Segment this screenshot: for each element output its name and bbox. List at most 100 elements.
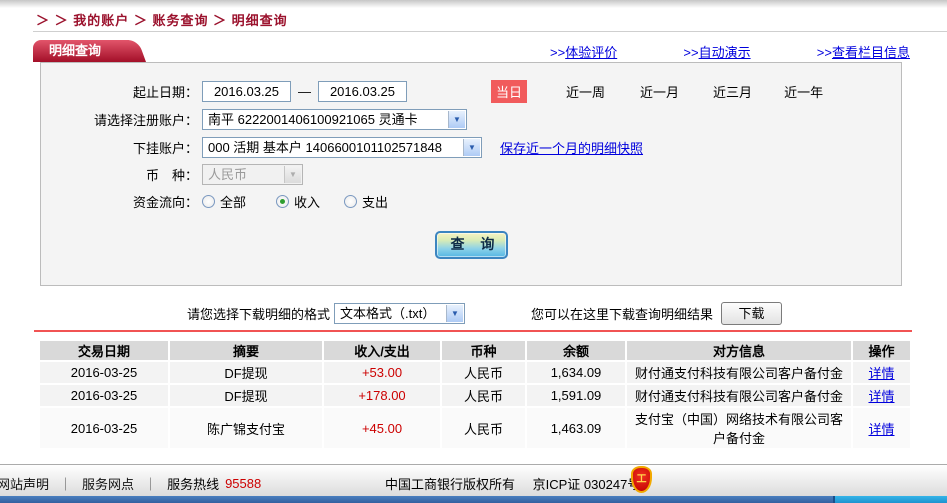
col-action: 操作: [853, 341, 910, 360]
cell-date: 2016-03-25: [40, 408, 168, 448]
panel-links: >>体验评价 >>自动演示 >>查看栏目信息: [550, 42, 910, 61]
register-account-row: 请选择注册账户： 南平 6222001406100921065 灵通卡 ▼: [40, 108, 910, 130]
results-table: 交易日期 摘要 收入/支出 币种 余额 对方信息 操作 2016-03-25 D…: [38, 339, 912, 450]
range-week-button[interactable]: 近一周: [566, 82, 605, 101]
cell-summary: DF提现: [170, 362, 322, 383]
cell-summary: DF提现: [170, 385, 322, 406]
footer-separator: ｜: [59, 477, 73, 492]
col-date: 交易日期: [40, 341, 168, 360]
detail-link[interactable]: 详情: [868, 389, 894, 404]
sub-account-value: 000 活期 基本户 1406600101102571848: [208, 139, 442, 155]
col-currency: 币种: [442, 341, 525, 360]
download-format-label: 请您选择下载明细的格式: [187, 307, 331, 322]
table-row: 2016-03-25 DF提现 +53.00 人民币 1,634.09 财付通支…: [40, 362, 910, 383]
sub-account-label: 下挂账户：: [132, 140, 198, 156]
cell-currency: 人民币: [442, 362, 525, 383]
link-prefix: >>: [550, 45, 566, 60]
download-format-select[interactable]: 文本格式（.txt） ▼: [334, 303, 466, 324]
breadcrumb-divider: [33, 31, 947, 32]
site-statement-link[interactable]: 网站声明: [0, 474, 49, 493]
range-year-button[interactable]: 近一年: [784, 82, 823, 101]
cell-counterparty: 支付宝（中国）网络技术有限公司客户备付金: [627, 408, 851, 448]
date-to-input[interactable]: [318, 80, 407, 102]
tab-details-query[interactable]: 明细查询: [33, 40, 129, 62]
details-query-page: ＞ ＞ 我的账户 ＞ 账务查询 ＞ 明细查询 明细查询 >>体验评价 >>自动演…: [0, 0, 947, 503]
currency-row: 币 种： 人民币 ▼: [40, 163, 910, 185]
footer-links: 网站声明 ｜ 服务网点 ｜ 服务热线 95588: [0, 474, 261, 493]
detail-link[interactable]: 详情: [868, 422, 894, 437]
service-outlets-link[interactable]: 服务网点: [82, 474, 134, 493]
link-prefix: >>: [816, 45, 832, 60]
date-range-row: 起止日期： — 当日 近一周 近一月 近三月 近一年: [40, 79, 910, 103]
radio-unchecked-icon[interactable]: [344, 194, 358, 208]
bottom-bar-left: [0, 496, 833, 503]
cell-date: 2016-03-25: [40, 385, 168, 406]
top-gradient-strip: [0, 0, 947, 8]
hotline-label: 服务热线: [167, 477, 220, 492]
chevron-down-icon[interactable]: ▼: [446, 305, 464, 322]
copyright-text: 中国工商银行版权所有: [385, 477, 516, 492]
auto-demo-link[interactable]: >>自动演示: [683, 42, 750, 61]
link-prefix: >>: [683, 45, 699, 60]
cell-currency: 人民币: [442, 408, 525, 448]
red-divider: [34, 330, 912, 332]
flow-option-label: 全部: [220, 194, 247, 210]
sub-account-select[interactable]: 000 活期 基本户 1406600101102571848 ▼: [202, 136, 482, 158]
cell-currency: 人民币: [442, 385, 525, 406]
range-month-button[interactable]: 近一月: [640, 82, 679, 101]
chevron-down-icon: ▼: [284, 165, 301, 183]
table-header-row: 交易日期 摘要 收入/支出 币种 余额 对方信息 操作: [40, 341, 910, 360]
chevron-down-icon[interactable]: ▼: [448, 110, 465, 128]
cell-balance: 1,463.09: [527, 408, 625, 448]
download-button[interactable]: 下载: [721, 302, 783, 325]
table-row: 2016-03-25 陈广锦支付宝 +45.00 人民币 1,463.09 支付…: [40, 408, 910, 448]
cell-summary: 陈广锦支付宝: [170, 408, 322, 448]
download-hint: 您可以在这里下载查询明细结果: [531, 307, 714, 322]
date-separator: —: [298, 83, 311, 99]
cell-counterparty: 财付通支付科技有限公司客户备付金: [627, 385, 851, 406]
icp-license: 京ICP证 030247号: [532, 477, 641, 492]
cell-date: 2016-03-25: [40, 362, 168, 383]
col-counterparty: 对方信息: [627, 341, 851, 360]
breadcrumb[interactable]: ＞ ＞ 我的账户 ＞ 账务查询 ＞ 明细查询: [36, 10, 288, 29]
fund-flow-label: 资金流向：: [132, 194, 198, 210]
cell-balance: 1,634.09: [527, 362, 625, 383]
radio-unchecked-icon[interactable]: [202, 194, 215, 208]
col-balance: 余额: [527, 341, 625, 360]
save-snapshot-link[interactable]: 保存近一个月的明细快照: [500, 138, 643, 157]
register-account-select[interactable]: 南平 6222001406100921065 灵通卡 ▼: [202, 108, 467, 130]
date-from-input[interactable]: [202, 80, 291, 102]
sub-account-row: 下挂账户： 000 活期 基本户 1406600101102571848 ▼ 保…: [40, 136, 910, 158]
chevron-down-icon[interactable]: ▼: [463, 138, 480, 156]
fund-flow-row: 资金流向： 全部 收入 支出: [40, 190, 910, 212]
date-range-label: 起止日期：: [132, 84, 198, 100]
query-button[interactable]: 查 询: [435, 231, 508, 259]
flow-option-label: 收入: [294, 194, 321, 210]
cell-amount: +178.00: [324, 385, 440, 406]
footer-separator: ｜: [144, 477, 158, 492]
download-row: 请您选择下载明细的格式 文本格式（.txt） ▼ 您可以在这里下载查询明细结果 …: [187, 302, 907, 325]
cell-counterparty: 财付通支付科技有限公司客户备付金: [627, 362, 851, 383]
bottom-bar-right[interactable]: [833, 496, 947, 503]
flow-option-income[interactable]: 收入: [276, 192, 320, 211]
table-row: 2016-03-25 DF提现 +178.00 人民币 1,591.09 财付通…: [40, 385, 910, 406]
column-info-link[interactable]: >>查看栏目信息: [817, 42, 910, 61]
link-label: 查看栏目信息: [831, 45, 910, 60]
register-account-value: 南平 6222001406100921065 灵通卡: [208, 111, 418, 127]
col-summary: 摘要: [170, 341, 322, 360]
range-today-button[interactable]: 当日: [491, 79, 528, 103]
range-quarter-button[interactable]: 近三月: [713, 82, 752, 101]
cell-balance: 1,591.09: [527, 385, 625, 406]
experience-review-link[interactable]: >>体验评价: [550, 42, 617, 61]
footer-copyright: 中国工商银行版权所有 京ICP证 030247号: [385, 474, 640, 493]
currency-label: 币 种：: [145, 167, 198, 183]
hotline-number: 95588: [225, 476, 262, 491]
download-format-value: 文本格式（.txt）: [340, 306, 436, 321]
radio-checked-icon[interactable]: [276, 194, 290, 208]
flow-option-all[interactable]: 全部: [202, 192, 246, 211]
currency-value: 人民币: [208, 166, 248, 182]
detail-link[interactable]: 详情: [868, 366, 894, 381]
flow-option-expense[interactable]: 支出: [344, 192, 388, 211]
link-label: 体验评价: [565, 45, 618, 60]
link-label: 自动演示: [698, 45, 751, 60]
